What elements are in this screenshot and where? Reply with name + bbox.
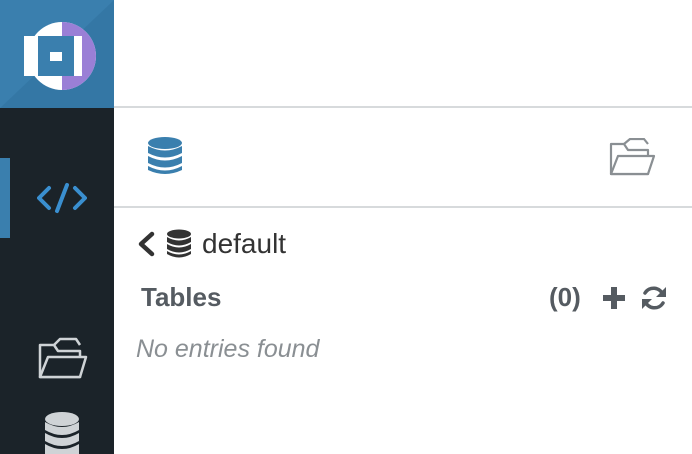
folder-open-icon bbox=[38, 337, 88, 379]
sidebar-item-editor[interactable] bbox=[10, 170, 114, 226]
left-nav-rail bbox=[0, 0, 114, 454]
database-icon bbox=[167, 229, 191, 258]
tables-heading: Tables bbox=[141, 282, 222, 312]
database-name[interactable]: default bbox=[202, 228, 286, 260]
refresh-icon bbox=[642, 286, 666, 310]
code-icon bbox=[37, 183, 87, 213]
chevron-left-icon[interactable] bbox=[136, 230, 156, 258]
hue-logo[interactable] bbox=[0, 0, 114, 108]
tables-count: (0) bbox=[549, 282, 581, 312]
database-icon bbox=[148, 137, 182, 174]
refresh-button[interactable] bbox=[640, 284, 668, 317]
plus-icon bbox=[603, 287, 625, 309]
empty-state-message: No entries found bbox=[136, 335, 320, 363]
assist-tab-bar bbox=[114, 108, 692, 208]
sidebar-item-tables[interactable] bbox=[10, 410, 114, 454]
active-indicator bbox=[0, 158, 10, 238]
add-table-button[interactable] bbox=[602, 286, 626, 315]
hue-logo-icon bbox=[0, 0, 114, 108]
top-bar bbox=[114, 0, 692, 108]
database-breadcrumb: default bbox=[136, 226, 286, 262]
database-icon bbox=[45, 412, 79, 454]
tab-databases[interactable] bbox=[146, 136, 184, 181]
sidebar-item-files[interactable] bbox=[10, 334, 114, 384]
tab-files[interactable] bbox=[608, 137, 656, 183]
folder-open-icon bbox=[609, 137, 656, 176]
